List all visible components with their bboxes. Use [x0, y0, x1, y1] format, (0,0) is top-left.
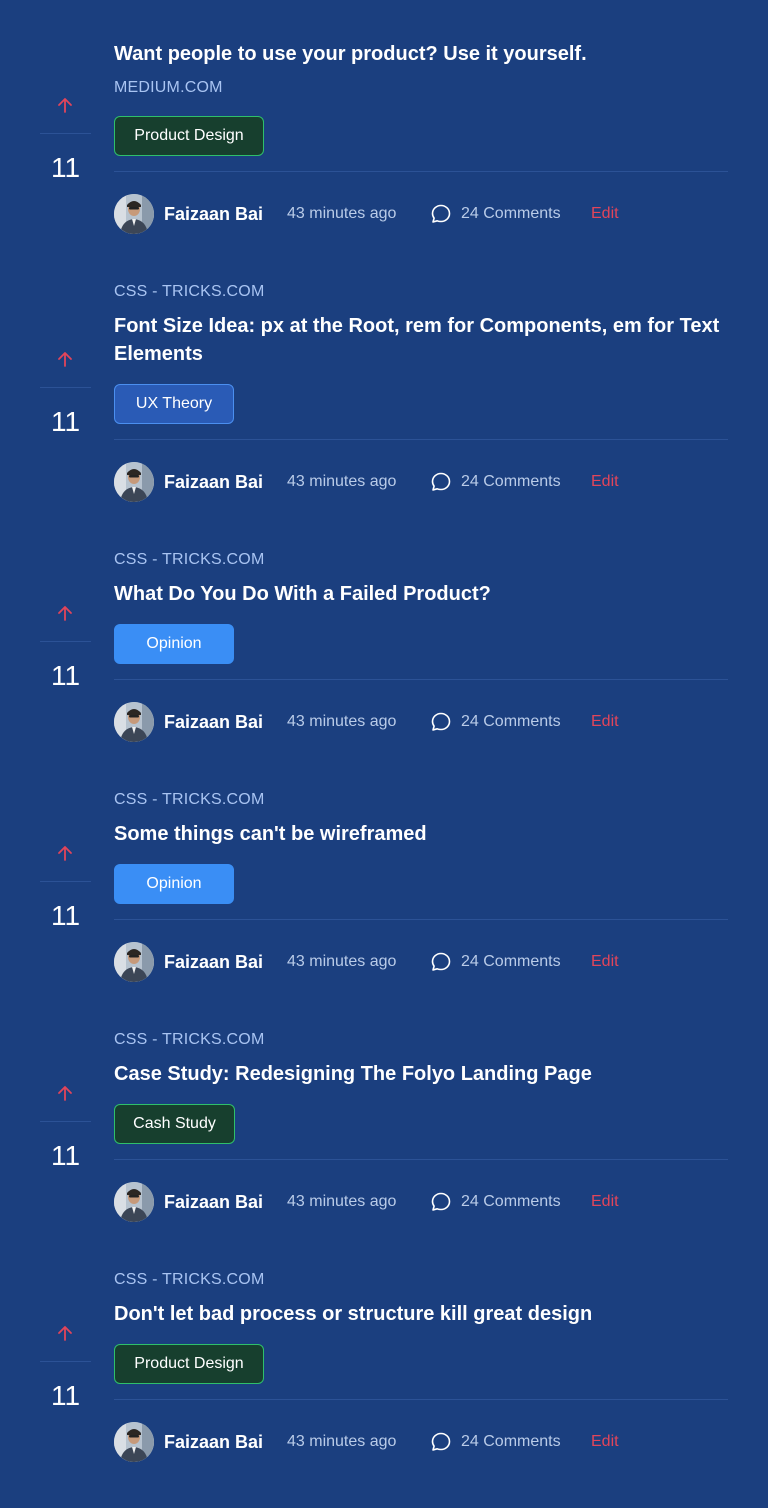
- tag-badge[interactable]: Product Design: [114, 116, 264, 156]
- author-name[interactable]: Faizaan Bai: [164, 1431, 263, 1453]
- post-source[interactable]: MEDIUM.COM: [114, 78, 223, 98]
- post-source[interactable]: CSS - TRICKS.COM: [114, 1270, 264, 1290]
- author-name[interactable]: Faizaan Bai: [164, 711, 263, 733]
- speech-bubble-icon: [430, 203, 452, 225]
- arrow-up-icon[interactable]: [56, 96, 74, 114]
- post-title[interactable]: Some things can't be wireframed: [114, 820, 728, 848]
- avatar[interactable]: [114, 462, 154, 502]
- post-source[interactable]: CSS - TRICKS.COM: [114, 550, 264, 570]
- avatar[interactable]: [114, 702, 154, 742]
- post-title[interactable]: What Do You Do With a Failed Product?: [114, 580, 728, 608]
- post-title[interactable]: Font Size Idea: px at the Root, rem for …: [114, 312, 728, 368]
- vote-count: 11: [50, 152, 81, 183]
- author-name[interactable]: Faizaan Bai: [164, 471, 263, 493]
- avatar[interactable]: [114, 1182, 154, 1222]
- post-time: 43 minutes ago: [287, 953, 397, 970]
- post-meta: Faizaan Bai 43 minutes ago 24 Comments E…: [114, 942, 728, 982]
- post-separator: [114, 1159, 728, 1160]
- edit-link[interactable]: Edit: [591, 472, 619, 492]
- speech-bubble-icon: [430, 1191, 452, 1213]
- vote-count: 11: [50, 1140, 81, 1171]
- post-separator: [114, 919, 728, 920]
- post-time: 43 minutes ago: [287, 473, 397, 490]
- vote-divider: [40, 1121, 91, 1122]
- edit-link[interactable]: Edit: [591, 952, 619, 972]
- tag-badge[interactable]: UX Theory: [114, 384, 234, 424]
- edit-link[interactable]: Edit: [591, 1192, 619, 1212]
- post-time: 43 minutes ago: [287, 205, 397, 222]
- vote-divider: [40, 387, 91, 388]
- avatar[interactable]: [114, 194, 154, 234]
- post-meta: Faizaan Bai 43 minutes ago 24 Comments E…: [114, 1182, 728, 1222]
- vote-count: 11: [50, 1380, 81, 1411]
- post-separator: [114, 171, 728, 172]
- post-meta: Faizaan Bai 43 minutes ago 24 Comments E…: [114, 702, 728, 742]
- avatar[interactable]: [114, 942, 154, 982]
- edit-link[interactable]: Edit: [591, 204, 619, 224]
- vote-divider: [40, 641, 91, 642]
- author-name[interactable]: Faizaan Bai: [164, 1191, 263, 1213]
- post-meta: Faizaan Bai 43 minutes ago 24 Comments E…: [114, 1422, 728, 1462]
- tag-badge[interactable]: Opinion: [114, 624, 234, 664]
- post-title[interactable]: Want people to use your product? Use it …: [114, 40, 728, 68]
- post-time: 43 minutes ago: [287, 1433, 397, 1450]
- speech-bubble-icon: [430, 951, 452, 973]
- tag-badge[interactable]: Cash Study: [114, 1104, 235, 1144]
- post-source[interactable]: CSS - TRICKS.COM: [114, 282, 264, 302]
- comments-count: 24 Comments: [461, 473, 561, 490]
- post-separator: [114, 1399, 728, 1400]
- vote-count: 11: [50, 900, 81, 931]
- arrow-up-icon[interactable]: [56, 350, 74, 368]
- arrow-up-icon[interactable]: [56, 1084, 74, 1102]
- post-separator: [114, 679, 728, 680]
- vote-count: 11: [50, 406, 81, 437]
- comments-count: 24 Comments: [461, 713, 561, 730]
- vote-divider: [40, 133, 91, 134]
- post-separator: [114, 439, 728, 440]
- comments-count: 24 Comments: [461, 205, 561, 222]
- arrow-up-icon[interactable]: [56, 844, 74, 862]
- speech-bubble-icon: [430, 471, 452, 493]
- post-source[interactable]: CSS - TRICKS.COM: [114, 790, 264, 810]
- post-meta: Faizaan Bai 43 minutes ago 24 Comments E…: [114, 194, 728, 234]
- post-time: 43 minutes ago: [287, 1193, 397, 1210]
- vote-count: 11: [50, 660, 81, 691]
- comments-count: 24 Comments: [461, 1193, 561, 1210]
- tag-badge[interactable]: Opinion: [114, 864, 234, 904]
- post-title[interactable]: Case Study: Redesigning The Folyo Landin…: [114, 1060, 728, 1088]
- speech-bubble-icon: [430, 711, 452, 733]
- speech-bubble-icon: [430, 1431, 452, 1453]
- arrow-up-icon[interactable]: [56, 1324, 74, 1342]
- tag-badge[interactable]: Product Design: [114, 1344, 264, 1384]
- edit-link[interactable]: Edit: [591, 712, 619, 732]
- post-meta: Faizaan Bai 43 minutes ago 24 Comments E…: [114, 462, 728, 502]
- comments-count: 24 Comments: [461, 1433, 561, 1450]
- post-time: 43 minutes ago: [287, 713, 397, 730]
- edit-link[interactable]: Edit: [591, 1432, 619, 1452]
- arrow-up-icon[interactable]: [56, 604, 74, 622]
- post-title[interactable]: Don't let bad process or structure kill …: [114, 1300, 728, 1328]
- author-name[interactable]: Faizaan Bai: [164, 951, 263, 973]
- avatar[interactable]: [114, 1422, 154, 1462]
- vote-divider: [40, 881, 91, 882]
- author-name[interactable]: Faizaan Bai: [164, 203, 263, 225]
- post-source[interactable]: CSS - TRICKS.COM: [114, 1030, 264, 1050]
- post-feed: 11 Want people to use your product? Use …: [0, 0, 768, 1508]
- vote-divider: [40, 1361, 91, 1362]
- comments-count: 24 Comments: [461, 953, 561, 970]
